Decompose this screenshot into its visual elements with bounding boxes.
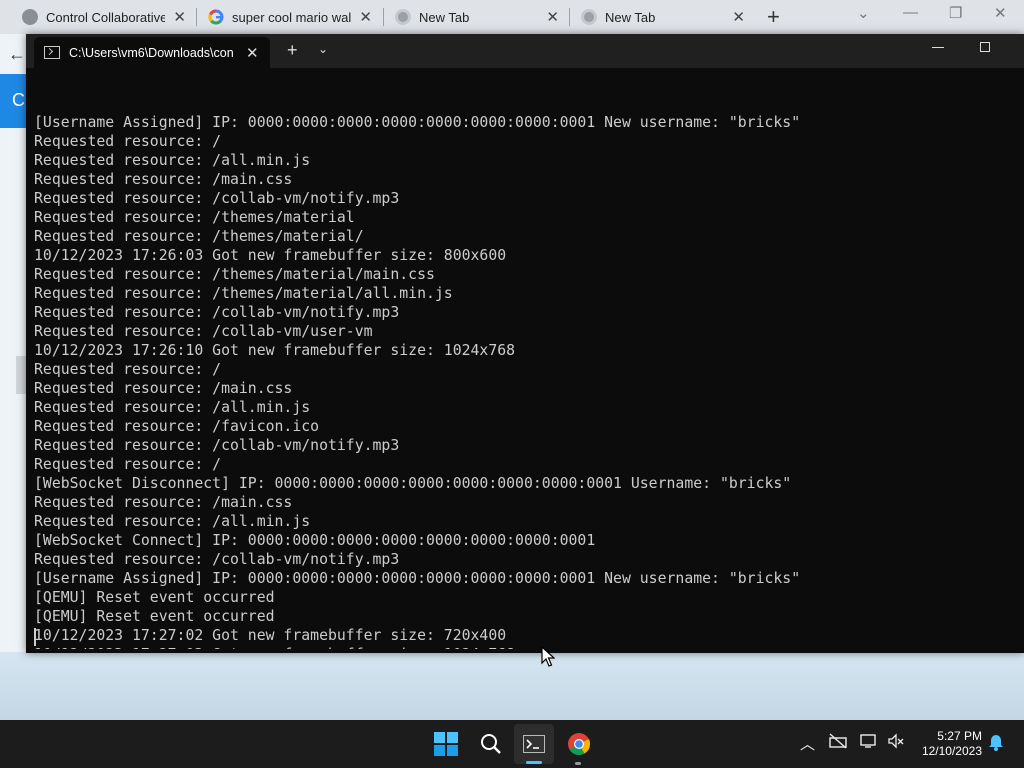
notification-bell-icon[interactable]	[988, 733, 1004, 755]
browser-restore-icon[interactable]: ❐	[949, 4, 962, 22]
browser-tab-title: Control Collaborative	[46, 9, 166, 25]
terminal-line: Requested resource: /themes/material/mai…	[34, 266, 435, 283]
text-cursor	[34, 628, 36, 646]
terminal-line: Requested resource: /	[34, 361, 222, 378]
terminal-line: [QEMU] Reset event occurred	[34, 589, 275, 606]
browser-tab-bar: Control Collaborative ✕ super cool mario…	[0, 0, 1024, 34]
terminal-line: 10/12/2023 17:26:03 Got new framebuffer …	[34, 247, 507, 264]
browser-tab-title: New Tab	[605, 9, 656, 25]
terminal-line: Requested resource: /	[34, 456, 222, 473]
terminal-line: Requested resource: /collab-vm/notify.mp…	[34, 190, 400, 207]
browser-tab-4[interactable]: New Tab ✕	[571, 0, 755, 34]
page-header-bar: C	[0, 74, 26, 128]
terminal-line: [Username Assigned] IP: 0000:0000:0000:0…	[34, 570, 801, 587]
terminal-line: 10/12/2023 17:26:10 Got new framebuffer …	[34, 342, 516, 359]
browser-tab-title: super cool mario wallp	[232, 9, 352, 25]
terminal-line: Requested resource: /collab-vm/notify.mp…	[34, 437, 400, 454]
browser-tab-title: New Tab	[419, 9, 470, 25]
terminal-line: Requested resource: /collab-vm/notify.mp…	[34, 304, 400, 321]
terminal-line: Requested resource: /all.min.js	[34, 513, 311, 530]
browser-minimize-icon[interactable]: —	[903, 4, 918, 21]
close-tab-icon[interactable]: ✕	[732, 8, 745, 26]
page-background	[0, 652, 1024, 720]
search-icon	[481, 734, 501, 754]
clock[interactable]: 5:27 PM 12/10/2023	[916, 729, 982, 759]
terminal-line: 10/12/2023 17:27:02 Got new framebuffer …	[34, 627, 507, 644]
start-button[interactable]	[426, 724, 466, 764]
tab-divider	[383, 8, 384, 26]
close-terminal-tab-icon[interactable]: ✕	[246, 44, 259, 62]
terminal-line: Requested resource: /collab-vm/notify.mp…	[34, 551, 400, 568]
page-sidebar-block	[16, 356, 26, 394]
tab-divider	[569, 8, 570, 26]
terminal-line: Requested resource: /themes/material	[34, 209, 355, 226]
page-header-letter: C	[12, 90, 25, 110]
network-disconnected-icon[interactable]	[829, 733, 847, 753]
chrome-icon	[568, 733, 591, 755]
chevron-up-icon[interactable]: ︿	[800, 733, 815, 754]
terminal-icon	[523, 735, 545, 753]
search-button[interactable]	[471, 724, 511, 764]
browser-tab-1[interactable]: Control Collaborative ✕	[12, 0, 196, 34]
terminal-maximize-icon[interactable]	[980, 42, 990, 52]
terminal-line: [Username Assigned] IP: 0000:0000:0000:0…	[34, 114, 801, 131]
terminal-line: Requested resource: /main.css	[34, 494, 293, 511]
terminal-line: Requested resource: /all.min.js	[34, 399, 311, 416]
terminal-line: Requested resource: /main.css	[34, 171, 293, 188]
open-app-indicator	[575, 762, 581, 765]
new-tab-plus-icon[interactable]: +	[767, 4, 780, 30]
terminal-line: Requested resource: /themes/material/	[34, 228, 364, 245]
terminal-line: 10/12/2023 17:27:03 Got new framebuffer …	[34, 645, 1014, 649]
browser-close-icon[interactable]: ✕	[994, 4, 1007, 22]
close-tab-icon[interactable]: ✕	[173, 8, 186, 26]
mouse-pointer-icon	[541, 646, 555, 667]
close-tab-icon[interactable]: ✕	[359, 8, 372, 26]
chrome-icon	[395, 9, 411, 25]
terminal-tab[interactable]: C:\Users\vm6\Downloads\con ✕	[34, 37, 270, 68]
taskbar: ︿ 5:27 PM 12/10/2023	[0, 720, 1024, 768]
terminal-minimize-icon[interactable]	[932, 47, 944, 48]
close-tab-icon[interactable]: ✕	[546, 8, 559, 26]
terminal-line: [WebSocket Disconnect] IP: 0000:0000:000…	[34, 475, 792, 492]
globe-icon	[22, 9, 38, 25]
active-app-indicator	[526, 761, 542, 764]
terminal-window: C:\Users\vm6\Downloads\con ✕ + ⌄ [Userna…	[26, 34, 1024, 653]
terminal-output[interactable]: [Username Assigned] IP: 0000:0000:0000:0…	[34, 75, 1014, 649]
clock-date: 12/10/2023	[921, 744, 982, 758]
windows-logo-icon	[434, 732, 458, 756]
tab-search-chevron-icon[interactable]: ⌄	[857, 4, 870, 22]
tab-divider	[196, 8, 197, 26]
terminal-line: Requested resource: /themes/material/all…	[34, 285, 453, 302]
terminal-line: [WebSocket Connect] IP: 0000:0000:0000:0…	[34, 532, 596, 549]
terminal-taskbar-button[interactable]	[514, 724, 554, 764]
chrome-taskbar-button[interactable]	[559, 724, 599, 764]
browser-tab-3[interactable]: New Tab ✕	[385, 0, 569, 34]
terminal-line: Requested resource: /all.min.js	[34, 152, 311, 169]
chrome-icon	[581, 9, 597, 25]
terminal-tab-bar: C:\Users\vm6\Downloads\con ✕ + ⌄	[26, 34, 1024, 68]
terminal-line: Requested resource: /collab-vm/user-vm	[34, 323, 373, 340]
volume-muted-icon[interactable]	[887, 733, 905, 753]
display-icon[interactable]	[860, 733, 878, 753]
back-arrow-icon[interactable]: ←	[8, 44, 26, 65]
terminal-tab-title: C:\Users\vm6\Downloads\con	[69, 45, 234, 60]
terminal-line: Requested resource: /favicon.ico	[34, 418, 320, 435]
new-terminal-tab-icon[interactable]: +	[287, 40, 298, 61]
browser-tab-2[interactable]: super cool mario wallp ✕	[198, 0, 382, 34]
chevron-down-icon[interactable]: ⌄	[318, 42, 328, 56]
terminal-line: Requested resource: /main.css	[34, 380, 293, 397]
terminal-line: [QEMU] Reset event occurred	[34, 608, 275, 625]
google-icon	[208, 9, 224, 25]
terminal-icon	[44, 46, 60, 59]
clock-time: 5:27 PM	[937, 729, 982, 743]
terminal-line: Requested resource: /	[34, 133, 222, 150]
